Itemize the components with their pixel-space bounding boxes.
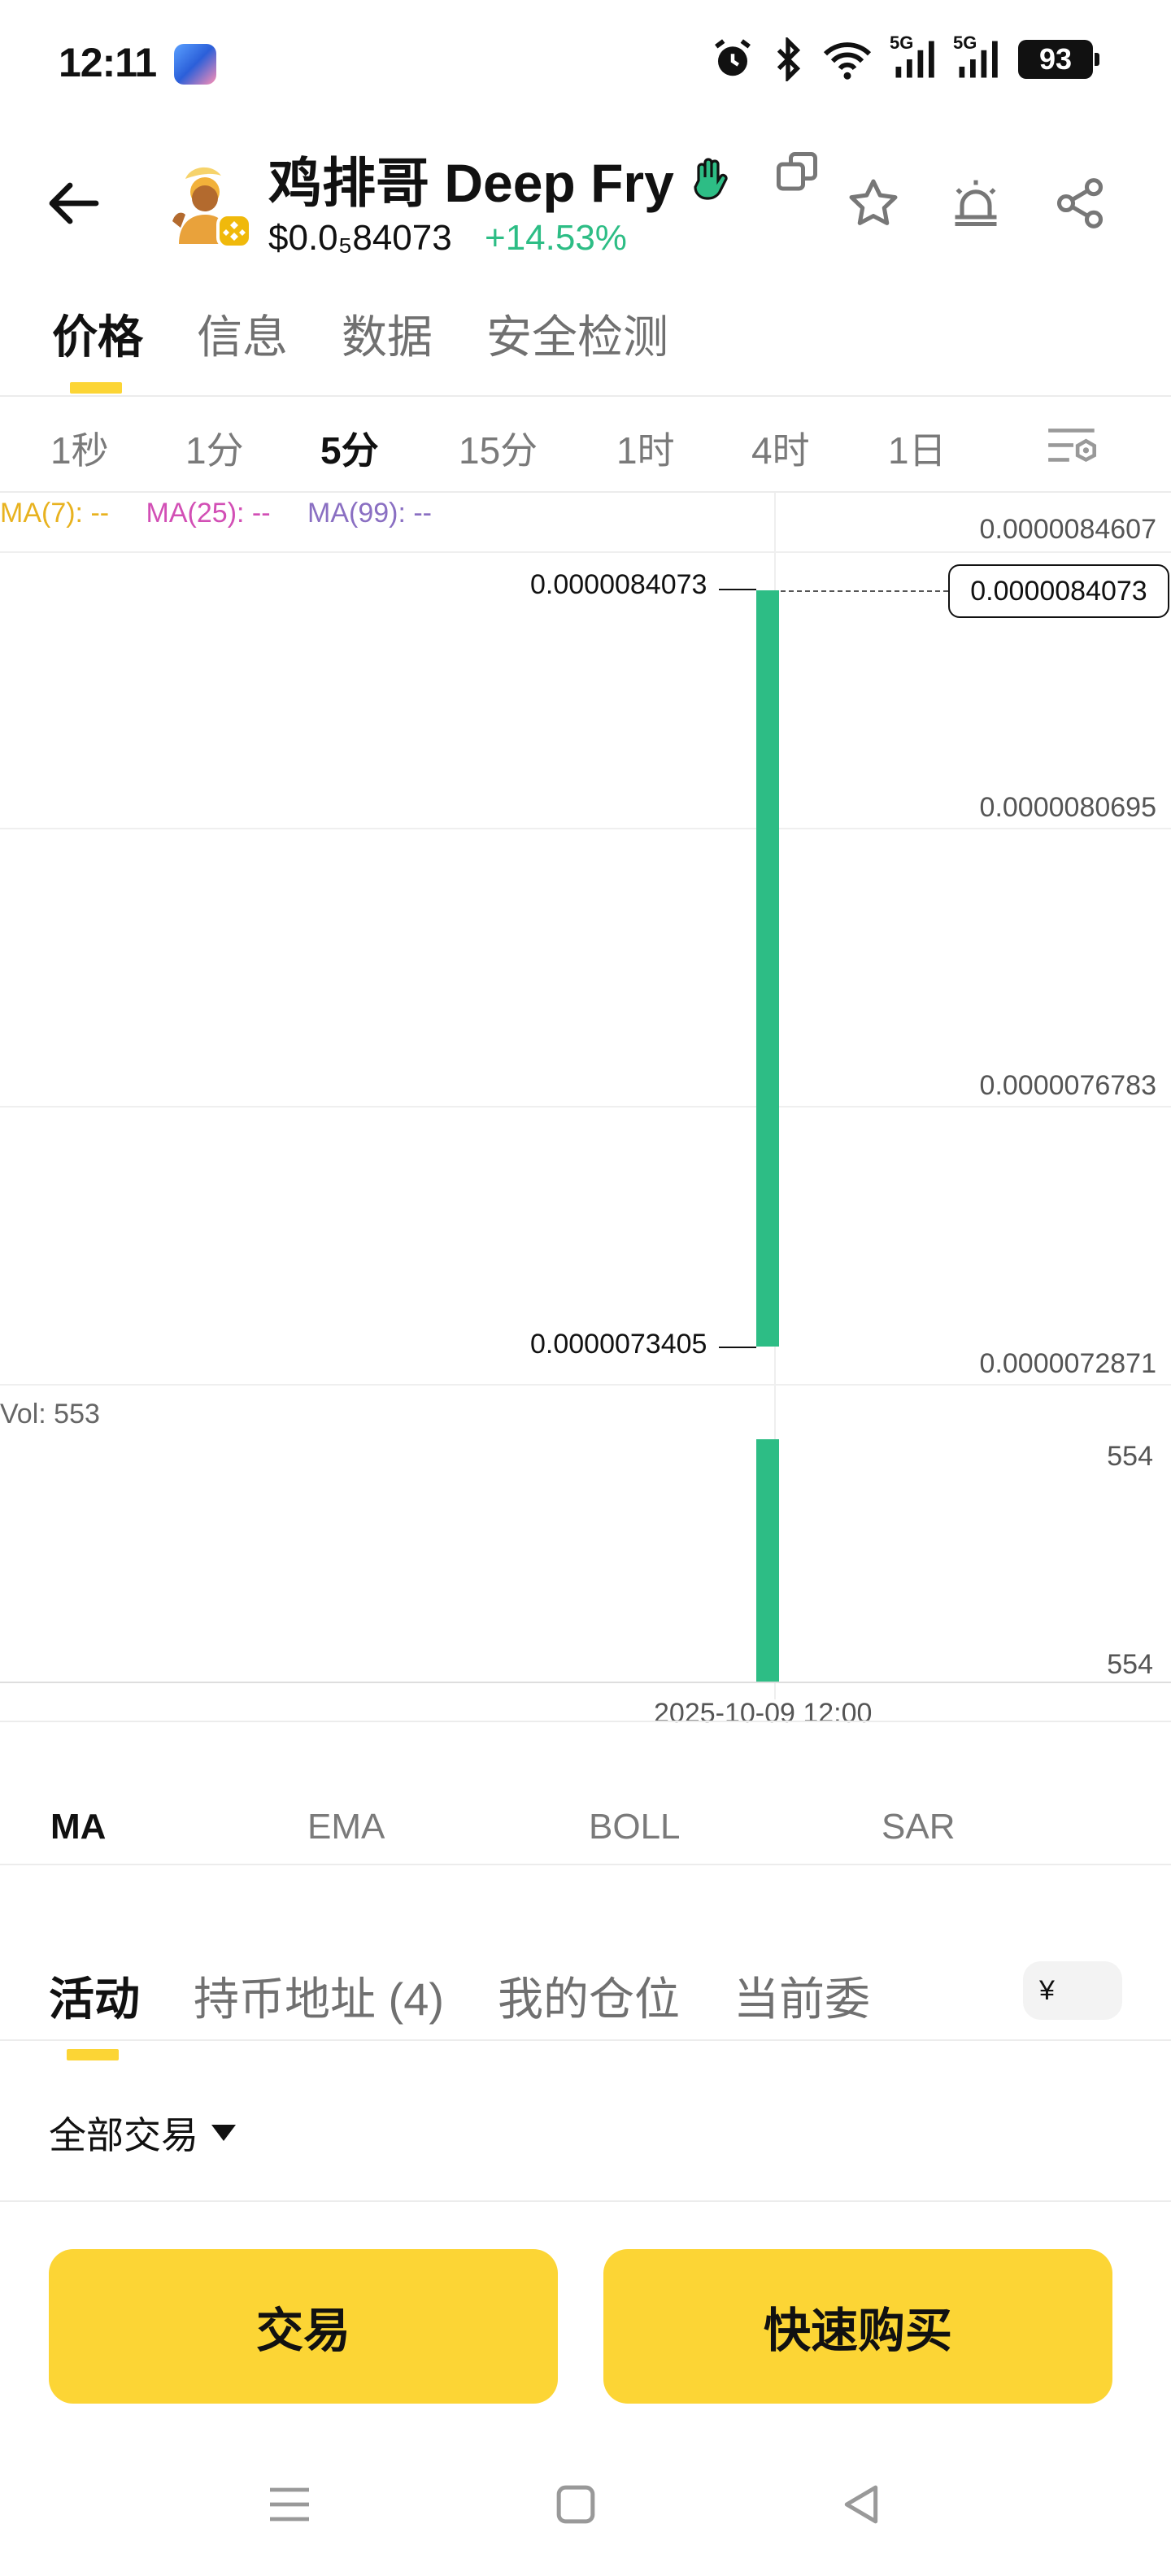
signal-label: 5G <box>953 33 977 53</box>
candle-body[interactable] <box>756 590 779 1347</box>
share-icon <box>1056 178 1104 228</box>
active-tab-indicator <box>70 382 122 394</box>
divider <box>0 2039 1171 2041</box>
wifi-icon <box>823 42 872 80</box>
quick-buy-button[interactable]: 快速购买 <box>603 2249 1112 2404</box>
alarm-icon <box>715 39 751 76</box>
indicator-ema[interactable]: EMA <box>307 1807 385 1847</box>
nav-home-button[interactable] <box>543 2472 608 2537</box>
price-alert-button[interactable] <box>943 171 1008 236</box>
star-icon <box>849 179 898 225</box>
back-button[interactable] <box>41 171 106 236</box>
currency-symbol: ¥ <box>1039 1974 1055 2006</box>
interval-1d[interactable]: 1日 <box>888 421 947 475</box>
favorite-button[interactable] <box>841 171 906 236</box>
interval-1s[interactable]: 1秒 <box>50 421 109 475</box>
status-time: 12:11 <box>59 40 157 85</box>
high-price-label: 0.0000084073 <box>530 569 707 600</box>
interval-15m[interactable]: 15分 <box>459 421 538 475</box>
battery-indicator: 93 <box>1018 40 1099 79</box>
divider <box>0 1864 1171 1865</box>
divider <box>0 491 1171 493</box>
chart-settings-button[interactable] <box>1044 421 1103 477</box>
token-price: $0.0₅84073 <box>268 218 452 258</box>
price-axis-label: 0.0000076783 <box>979 1070 1156 1101</box>
low-price-label: 0.0000073405 <box>530 1329 707 1360</box>
ma7-label: MA(7): -- <box>0 498 110 529</box>
price-axis-label: 0.0000084607 <box>979 514 1156 545</box>
main-tabs: 价格 信息 数据 安全检测 <box>52 301 668 367</box>
chart-gridline <box>0 1682 1171 1683</box>
low-price-marker <box>719 1347 756 1348</box>
interval-1h[interactable]: 1时 <box>616 421 675 475</box>
interval-4h[interactable]: 4时 <box>751 421 810 475</box>
share-button[interactable] <box>1047 171 1112 236</box>
back-arrow-icon <box>49 182 99 224</box>
trade-button[interactable]: 交易 <box>49 2249 558 2404</box>
tab-security-check[interactable]: 安全检测 <box>486 301 668 367</box>
last-price-line <box>781 590 948 592</box>
copy-address-button[interactable] <box>773 148 821 197</box>
tab-info[interactable]: 信息 <box>197 301 288 367</box>
token-name-row: 鸡排哥 Deep Fry <box>268 140 731 218</box>
currency-toggle[interactable]: ¥ <box>1023 1961 1122 2020</box>
high-price-marker <box>719 589 756 590</box>
nav-back-button[interactable] <box>829 2472 895 2537</box>
token-avatar <box>163 159 254 250</box>
trade-filter-label: 全部交易 <box>49 2114 198 2156</box>
volume-axis-label: 554 <box>1107 1649 1153 1680</box>
bluetooth-icon <box>777 37 801 81</box>
ma-legend: MA(7): -- MA(25): -- MA(99): -- <box>0 498 432 529</box>
app-notification-icon <box>174 44 216 85</box>
activity-tabs: 活动 持币地址 (4) 我的仓位 当前委 <box>49 1963 870 2029</box>
ma25-label: MA(25): -- <box>146 498 271 529</box>
tab-holders[interactable]: 持币地址 (4) <box>194 1963 444 2029</box>
back-triangle-icon <box>844 2485 878 2524</box>
interval-5m[interactable]: 5分 <box>320 421 379 475</box>
price-axis-label: 0.0000080695 <box>979 792 1156 823</box>
ma99-label: MA(99): -- <box>307 498 432 529</box>
volume-axis-label: 554 <box>1107 1441 1153 1472</box>
price-axis-label: 0.0000072871 <box>979 1348 1156 1379</box>
divider <box>0 395 1171 397</box>
tab-my-positions[interactable]: 我的仓位 <box>498 1963 680 2029</box>
active-tab-indicator <box>67 2049 119 2060</box>
chart-gridline <box>0 1106 1171 1107</box>
menu-icon <box>270 2487 309 2522</box>
interval-1m[interactable]: 1分 <box>185 421 244 475</box>
price-change: +14.53% <box>485 218 627 258</box>
chart-settings-icon <box>1048 429 1097 463</box>
signal-label: 5G <box>890 33 914 53</box>
status-icons: 5G 5G 93 <box>711 33 1099 81</box>
chart-gridline <box>0 828 1171 829</box>
nav-recents-button[interactable] <box>257 2472 322 2537</box>
volume-label: Vol: 553 <box>0 1399 100 1429</box>
tab-price[interactable]: 价格 <box>52 301 143 367</box>
volume-bar <box>756 1439 779 1682</box>
tab-activity[interactable]: 活动 <box>49 1963 140 2029</box>
hand-wave-icon <box>694 158 728 200</box>
divider <box>0 1721 1171 1722</box>
chart-gridline <box>0 1384 1171 1386</box>
indicator-sar[interactable]: SAR <box>882 1807 955 1847</box>
alarm-icon <box>955 180 997 227</box>
token-name: 鸡排哥 Deep Fry <box>268 153 674 213</box>
caret-down-icon <box>211 2125 236 2141</box>
indicator-ma[interactable]: MA <box>50 1807 106 1847</box>
copy-icon <box>777 152 817 191</box>
divider <box>0 2200 1171 2202</box>
home-square-icon <box>556 2485 595 2524</box>
signal-5g-2: 5G <box>953 33 1000 81</box>
time-axis-label: 2025-10-09 12:00 <box>654 1698 873 1729</box>
last-price-tag: 0.0000084073 <box>948 564 1169 618</box>
tab-open-orders[interactable]: 当前委 <box>734 1963 870 2029</box>
chart-gridline <box>0 551 1171 553</box>
tab-data[interactable]: 数据 <box>342 301 433 367</box>
indicator-boll[interactable]: BOLL <box>589 1807 681 1847</box>
signal-5g-1: 5G <box>890 33 937 81</box>
bnb-chain-badge-icon <box>216 213 252 249</box>
trade-filter-dropdown[interactable]: 全部交易 <box>49 2106 236 2160</box>
